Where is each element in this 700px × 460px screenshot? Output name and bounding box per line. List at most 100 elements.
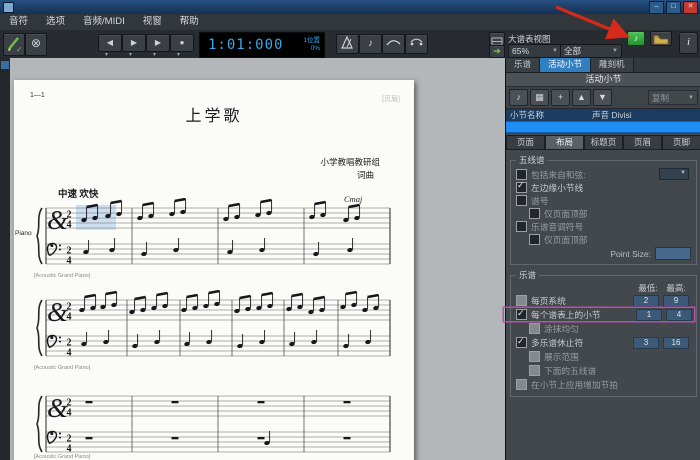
measure-list-header: 小节名称 声音 Divisi bbox=[506, 109, 700, 121]
metronome-tool-button[interactable] bbox=[336, 34, 359, 54]
play-dropdown-caret[interactable]: ▾ bbox=[153, 51, 156, 58]
forward-dropdown-caret[interactable]: ▾ bbox=[129, 51, 132, 58]
metronome-icon bbox=[339, 35, 356, 50]
checkbox[interactable] bbox=[529, 234, 540, 245]
option-row-show-range: 展示范围 bbox=[516, 350, 691, 363]
tie-tool-button[interactable] bbox=[405, 34, 428, 54]
option-row-apply-added-beats: 在小节上应用增加节拍 bbox=[516, 378, 691, 391]
note-tool-button[interactable]: ♪ bbox=[359, 34, 382, 54]
checkbox[interactable] bbox=[516, 195, 527, 206]
main-toolbar: ✓ ⊗ ◀ ▶ ▶ ● ▾ ▾ ▾ ▾ 1:01:000 1位置 0% ♪ bbox=[0, 30, 700, 59]
slur-tool-button[interactable] bbox=[382, 34, 405, 54]
chevron-down-icon: ▼ bbox=[552, 48, 558, 54]
panel-tool-button-5[interactable]: ▼ bbox=[593, 89, 612, 106]
credit-line[interactable]: 词曲 bbox=[357, 169, 374, 181]
panel-tool-button-1[interactable]: ♪ bbox=[509, 89, 528, 106]
checkbox[interactable] bbox=[516, 309, 527, 320]
score-title[interactable]: 上学歌 bbox=[14, 102, 414, 126]
checkbox[interactable] bbox=[516, 379, 527, 390]
checkbox[interactable] bbox=[516, 337, 527, 348]
checkbox[interactable] bbox=[516, 221, 527, 232]
option-row-multimeasure-rests: 多乐谱休止符 3 16 bbox=[516, 336, 691, 349]
min-value-field[interactable]: 3 bbox=[633, 337, 659, 349]
checkbox[interactable] bbox=[529, 365, 540, 376]
copy-dropdown[interactable]: 复制 ▼ bbox=[648, 90, 698, 105]
copy-label: 复制 bbox=[652, 92, 669, 104]
menu-bar: 音符 选项 音频/MIDI 视窗 帮助 bbox=[0, 14, 700, 31]
music-system-2[interactable]: &2424 bbox=[32, 290, 402, 364]
slur-icon bbox=[385, 35, 402, 50]
svg-text:4: 4 bbox=[67, 348, 72, 359]
checkbox[interactable] bbox=[516, 169, 527, 180]
chevron-down-icon: ▼ bbox=[612, 48, 618, 54]
max-value-field[interactable]: 16 bbox=[663, 337, 689, 349]
eraser-tool-button[interactable]: ⊗ bbox=[25, 33, 47, 56]
range-dropdown[interactable]: 全部 ▼ bbox=[560, 44, 622, 58]
menu-item-window[interactable]: 视窗 bbox=[134, 14, 171, 30]
subtab-title-page[interactable]: 标题页 bbox=[584, 135, 623, 149]
zoom-dropdown[interactable]: 65% ▼ bbox=[508, 44, 562, 58]
tab-active-measure[interactable]: 活动小节 bbox=[540, 58, 591, 72]
folder-button[interactable] bbox=[650, 31, 672, 46]
subtab-page[interactable]: 页面 bbox=[506, 135, 545, 149]
svg-text:&: & bbox=[47, 393, 68, 423]
max-value-field[interactable]: 4 bbox=[666, 309, 692, 321]
record-button[interactable]: ● bbox=[170, 34, 194, 52]
forward-button[interactable]: ▶ bbox=[122, 34, 146, 52]
credit-line[interactable]: 小学教唱教研组 bbox=[320, 156, 380, 168]
rewind-dropdown-caret[interactable]: ▾ bbox=[105, 51, 108, 58]
panel-tabs: 乐谱 活动小节 雕刻机 bbox=[506, 58, 700, 73]
option-row-left-barline: 左边缘小节线 bbox=[516, 181, 691, 193]
menu-item-notes[interactable]: 音符 bbox=[0, 14, 37, 30]
subtab-layout[interactable]: 布局 bbox=[545, 135, 584, 149]
min-value-field[interactable]: 1 bbox=[636, 309, 662, 321]
checkbox[interactable] bbox=[529, 323, 540, 334]
pencil-tool-button[interactable]: ✓ bbox=[3, 33, 25, 56]
panel-tool-button-4[interactable]: ▲ bbox=[572, 89, 591, 106]
score-page[interactable]: 1—1 上学歌 [页眉] 小学教唱教研组 词曲 中速 欢快 Cmaj Piano… bbox=[14, 80, 414, 460]
svg-text:4: 4 bbox=[67, 444, 72, 455]
instrument-patch-label: [Acoustic Grand Piano] bbox=[34, 273, 90, 279]
minimize-button[interactable]: – bbox=[649, 1, 664, 14]
panel-tool-button-2[interactable]: ▦ bbox=[530, 89, 549, 106]
checkbox[interactable] bbox=[529, 208, 540, 219]
music-system-3[interactable]: &2424 bbox=[32, 386, 402, 460]
range-value: 全部 bbox=[564, 45, 581, 57]
info-button[interactable]: i bbox=[679, 32, 698, 54]
palette-handle[interactable] bbox=[1, 61, 9, 69]
goto-arrow-button[interactable]: ➔ bbox=[489, 45, 505, 58]
checkbox[interactable] bbox=[516, 182, 527, 193]
min-value-field[interactable]: 2 bbox=[633, 295, 659, 307]
menu-item-audio-midi[interactable]: 音频/MIDI bbox=[74, 14, 134, 30]
properties-panel: 乐谱 活动小节 雕刻机 活动小节 ♪ ▦ + ▲ ▼ 复制 ▼ 小节名称 声音 … bbox=[505, 58, 700, 460]
maximize-button[interactable]: □ bbox=[666, 1, 681, 14]
view-grid-icon-button[interactable] bbox=[489, 32, 505, 45]
score-area[interactable]: 1—1 上学歌 [页眉] 小学教唱教研组 词曲 中速 欢快 Cmaj Piano… bbox=[10, 58, 505, 460]
music-system-1[interactable]: &2424 bbox=[32, 198, 402, 272]
max-value-field[interactable]: 9 bbox=[663, 295, 689, 307]
add-track-button[interactable]: ♪ bbox=[627, 31, 645, 46]
point-size-label: Point Size: bbox=[610, 249, 651, 259]
option-row-systems-per-page: 每页系统 2 9 bbox=[516, 294, 691, 307]
record-dropdown-caret[interactable]: ▾ bbox=[177, 51, 180, 58]
checkbox[interactable] bbox=[516, 295, 527, 306]
chord-style-dropdown[interactable]: ▼ bbox=[659, 168, 689, 180]
subtab-header[interactable]: 页眉 bbox=[623, 135, 662, 149]
close-button[interactable]: ✕ bbox=[683, 1, 698, 14]
checkbox[interactable] bbox=[529, 351, 540, 362]
svg-text:&: & bbox=[47, 205, 68, 235]
menu-item-help[interactable]: 帮助 bbox=[171, 14, 208, 30]
play-button[interactable]: ▶ bbox=[146, 34, 170, 52]
tab-score[interactable]: 乐谱 bbox=[506, 58, 540, 72]
min-header: 最低: bbox=[635, 282, 661, 294]
section-title: 活动小节 bbox=[506, 73, 700, 87]
arrow-icon: ➔ bbox=[493, 46, 501, 56]
subtab-footer[interactable]: 页脚 bbox=[662, 135, 700, 149]
measure-ref: 1—1 bbox=[30, 92, 45, 99]
rewind-button[interactable]: ◀ bbox=[98, 34, 122, 52]
panel-tool-button-3[interactable]: + bbox=[551, 89, 570, 106]
menu-item-options[interactable]: 选项 bbox=[37, 14, 74, 30]
point-size-field[interactable] bbox=[655, 247, 691, 260]
selected-measure-row[interactable] bbox=[506, 121, 700, 133]
tab-engraver[interactable]: 雕刻机 bbox=[591, 58, 634, 72]
